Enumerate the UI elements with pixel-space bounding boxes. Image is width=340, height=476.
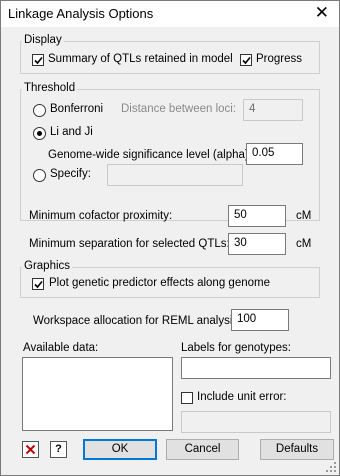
distance-input[interactable]: 4: [243, 99, 303, 121]
liji-label: Li and Ji: [50, 126, 93, 138]
separation-label: Minimum separation for selected QTLs:: [29, 238, 230, 250]
radio-selected-dot: [37, 131, 42, 136]
graphics-group-title: Graphics: [22, 260, 73, 272]
distance-label: Distance between loci:: [121, 103, 237, 115]
workspace-label: Workspace allocation for REML analysis:: [33, 315, 242, 327]
plot-checkbox[interactable]: [32, 278, 44, 290]
display-group-title: Display: [22, 34, 64, 46]
cofactor-unit: cM: [296, 210, 312, 222]
specify-radio[interactable]: [33, 169, 46, 182]
liji-radio[interactable]: [33, 127, 46, 140]
progress-label: Progress: [256, 53, 303, 65]
cancel-button[interactable]: Cancel: [166, 439, 239, 460]
alpha-input[interactable]: 0.05: [246, 143, 303, 165]
check-icon: [34, 280, 43, 289]
resize-grip-icon[interactable]: [325, 461, 337, 473]
progress-checkbox[interactable]: [240, 54, 252, 66]
cancel-icon-button[interactable]: [22, 441, 39, 458]
summary-checkbox[interactable]: [32, 54, 44, 66]
unit-error-input[interactable]: [181, 411, 331, 433]
bonferroni-label: Bonferroni: [50, 103, 104, 115]
defaults-button[interactable]: Defaults: [260, 439, 334, 460]
help-button[interactable]: ?: [50, 441, 67, 458]
summary-label: Summary of QTLs retained in model: [48, 53, 233, 65]
specify-label: Specify:: [50, 168, 91, 180]
unit-error-label: Include unit error:: [197, 391, 287, 403]
bonferroni-radio[interactable]: [33, 104, 46, 117]
cofactor-input[interactable]: 50: [228, 205, 286, 227]
x-icon: [25, 444, 36, 455]
separation-input[interactable]: 30: [228, 233, 286, 255]
title-bar[interactable]: Linkage Analysis Options ✕: [1, 1, 339, 27]
close-icon[interactable]: ✕: [315, 3, 329, 23]
check-icon: [34, 56, 43, 65]
check-icon: [242, 56, 251, 65]
separation-unit: cM: [296, 238, 312, 250]
dialog-window: Linkage Analysis Options ✕ Display Summa…: [0, 0, 340, 476]
dialog-body: Display Summary of QTLs retained in mode…: [1, 27, 339, 475]
window-title: Linkage Analysis Options: [8, 6, 154, 21]
specify-input[interactable]: [107, 164, 243, 186]
cofactor-label: Minimum cofactor proximity:: [29, 210, 173, 222]
unit-error-checkbox[interactable]: [181, 392, 193, 404]
available-data-label: Available data:: [23, 342, 99, 354]
alpha-label: Genome-wide significance level (alpha):: [48, 149, 252, 161]
ok-button[interactable]: OK: [83, 439, 157, 460]
genotypes-label: Labels for genotypes:: [181, 342, 291, 354]
threshold-group-title: Threshold: [22, 82, 78, 94]
help-icon: ?: [55, 443, 62, 455]
genotypes-input[interactable]: [181, 357, 331, 379]
plot-label: Plot genetic predictor effects along gen…: [49, 277, 270, 289]
workspace-input[interactable]: 100: [231, 309, 289, 331]
available-data-list[interactable]: [22, 357, 173, 431]
